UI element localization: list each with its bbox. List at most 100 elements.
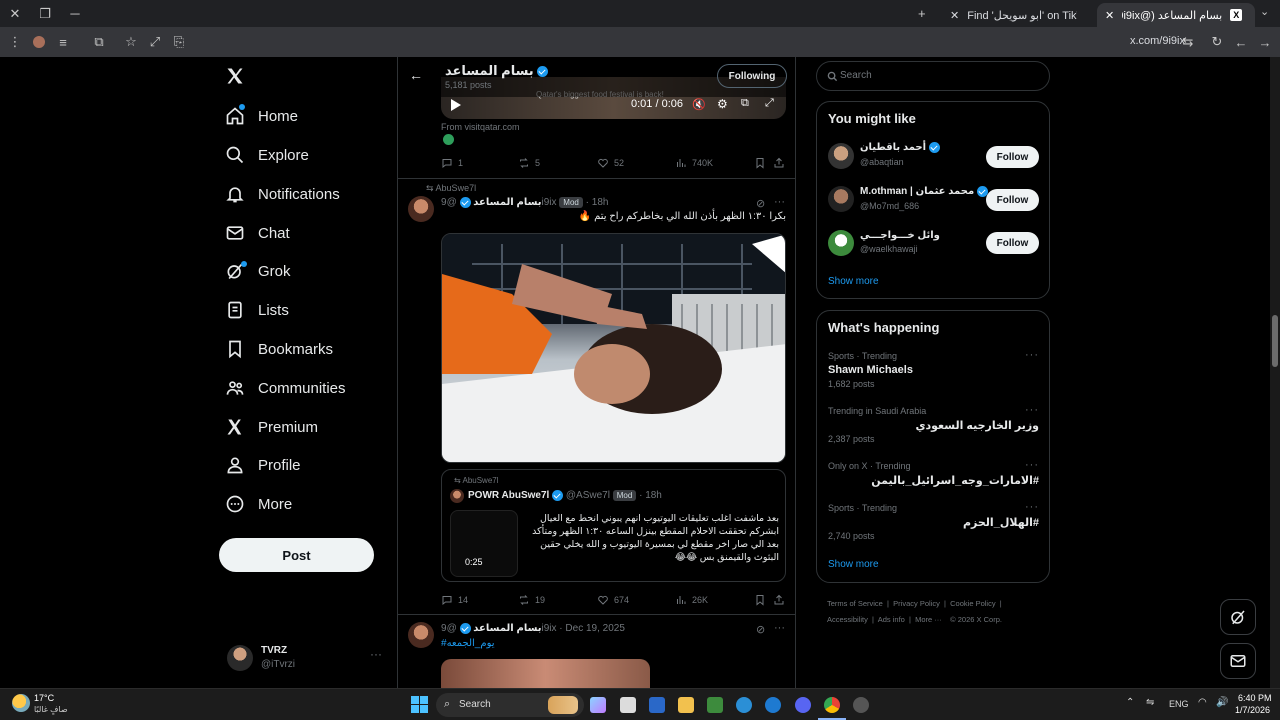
footer-link[interactable]: Terms of Service: [827, 599, 883, 608]
copilot-icon[interactable]: [590, 697, 606, 713]
avatar[interactable]: [828, 230, 854, 256]
bookmark-button[interactable]: [754, 157, 766, 169]
back-icon[interactable]: →: [1253, 30, 1277, 54]
clock-date[interactable]: 1/7/2026: [1235, 705, 1270, 715]
suggestion-name[interactable]: وائل خـــواجـــي: [860, 230, 940, 241]
chevron-up-icon[interactable]: ⌃: [1126, 697, 1134, 708]
trend-item[interactable]: Sports · Trending ··· #الهلال_الحزم 2,74…: [817, 501, 1049, 541]
account-switcher[interactable]: TVRZ @iTvrzi ···: [225, 643, 390, 683]
clock-time[interactable]: 6:40 PM: [1238, 693, 1272, 703]
footer-link[interactable]: More ···: [915, 615, 942, 624]
author-name[interactable]: بسام المساعد: [473, 197, 541, 208]
screenshot-icon[interactable]: ⤢: [143, 30, 167, 54]
post-button[interactable]: Post: [219, 538, 374, 572]
tab-close-icon[interactable]: ✕: [1105, 9, 1114, 22]
show-more-link[interactable]: Show more: [828, 276, 879, 287]
back-arrow-icon[interactable]: ←: [409, 67, 423, 83]
mute-icon[interactable]: 🔇: [692, 98, 706, 111]
share-button[interactable]: [773, 594, 785, 606]
avatar[interactable]: [828, 186, 854, 212]
more-dots-icon[interactable]: ···: [774, 622, 785, 634]
repost-button[interactable]: 19: [518, 594, 545, 606]
footer-link[interactable]: Ads info: [878, 615, 905, 624]
search-box[interactable]: Search: [816, 61, 1050, 91]
like-button[interactable]: 674: [597, 594, 629, 606]
footer-link[interactable]: Privacy Policy: [893, 599, 940, 608]
windows-start-icon[interactable]: [411, 696, 428, 713]
extensions-icon[interactable]: ⧉: [87, 30, 111, 54]
nav-item-communities[interactable]: Communities: [225, 376, 346, 400]
close-window-icon[interactable]: ✕: [0, 0, 30, 27]
minecraft-icon[interactable]: [707, 697, 723, 713]
trend-item[interactable]: Sports · Trending ··· Shawn Michaels 1,6…: [817, 349, 1049, 389]
like-button[interactable]: 52: [597, 157, 624, 169]
grok-icon[interactable]: ⊘: [756, 623, 765, 636]
network-icon[interactable]: ⇋: [1146, 697, 1154, 708]
discord-icon[interactable]: [795, 697, 811, 713]
edge-icon[interactable]: [736, 697, 752, 713]
new-tab-icon[interactable]: +: [918, 6, 926, 21]
security-icon[interactable]: [649, 697, 665, 713]
grok-fab-button[interactable]: [1220, 599, 1256, 635]
more-dots-icon[interactable]: ···: [1025, 459, 1039, 471]
nav-item-chat[interactable]: Chat: [225, 221, 290, 245]
reply-button[interactable]: 1: [441, 157, 463, 169]
views-button[interactable]: 26K: [675, 594, 708, 606]
follow-button[interactable]: Follow: [986, 232, 1039, 254]
share-icon[interactable]: ⎘: [167, 30, 191, 54]
nav-item-home[interactable]: Home: [225, 104, 298, 128]
tweet-time[interactable]: 18h: [592, 197, 609, 208]
minimize-window-icon[interactable]: ─: [60, 0, 90, 27]
more-dots-icon[interactable]: ···: [1025, 349, 1039, 361]
link-source[interactable]: From visitqatar.com: [441, 122, 520, 132]
more-dots-icon[interactable]: ···: [774, 196, 785, 208]
search-input[interactable]: Search: [840, 70, 872, 81]
app-icon[interactable]: [853, 697, 869, 713]
trend-item[interactable]: Only on X · Trending ··· #الامارات_وجه_ا…: [817, 459, 1049, 489]
show-more-link[interactable]: Show more: [828, 559, 879, 570]
following-button[interactable]: Following: [717, 64, 787, 88]
footer-link[interactable]: Cookie Policy: [950, 599, 995, 608]
quote-video-thumbnail[interactable]: 0:25: [450, 510, 518, 577]
tweet-image[interactable]: [441, 233, 786, 463]
nav-item-more[interactable]: More: [225, 492, 292, 516]
grok-icon[interactable]: ⊘: [756, 197, 765, 210]
language-indicator[interactable]: ENG: [1169, 699, 1189, 709]
nav-item-explore[interactable]: Explore: [225, 143, 309, 167]
volume-icon[interactable]: 🔊: [1216, 697, 1228, 708]
pip-icon[interactable]: ⧉: [741, 97, 749, 110]
settings-icon[interactable]: ⚙: [717, 97, 728, 111]
hashtag-link[interactable]: #يوم_الجمعه: [441, 638, 495, 649]
more-dots-icon[interactable]: ···: [370, 647, 382, 661]
nav-item-profile[interactable]: Profile: [225, 453, 301, 477]
reply-button[interactable]: 14: [441, 594, 468, 606]
tab-tiktok[interactable]: ✕ Find 'ابو سويحل' on TikTok | Tik: [942, 3, 1092, 27]
fullscreen-icon[interactable]: ⤢: [765, 97, 774, 110]
nav-item-premium[interactable]: Premium: [225, 415, 318, 439]
follow-button[interactable]: Follow: [986, 146, 1039, 168]
avatar[interactable]: [408, 622, 434, 648]
profile-icon[interactable]: [27, 30, 51, 54]
tab-search-icon[interactable]: ⌄: [1260, 5, 1269, 18]
chrome-icon[interactable]: [824, 697, 840, 713]
reload-icon[interactable]: ↻: [1205, 30, 1229, 54]
nav-item-bookmarks[interactable]: Bookmarks: [225, 337, 333, 361]
taskbar-search[interactable]: ⌕ Search: [436, 693, 584, 717]
scrollbar[interactable]: [1270, 57, 1280, 688]
x-logo-icon[interactable]: [225, 66, 245, 86]
nav-item-notifications[interactable]: Notifications: [225, 182, 340, 206]
suggestion-name[interactable]: M.othman | محمد عثمان: [860, 186, 988, 197]
bookmark-button[interactable]: [754, 594, 766, 606]
menu-icon[interactable]: ⋮: [3, 30, 27, 54]
more-dots-icon[interactable]: ···: [1025, 404, 1039, 416]
tweet-image[interactable]: [441, 659, 650, 688]
follow-button[interactable]: Follow: [986, 189, 1039, 211]
site-settings-icon[interactable]: ⇆: [1176, 30, 1200, 54]
edge-browser-icon[interactable]: [765, 697, 781, 713]
more-dots-icon[interactable]: ···: [1025, 501, 1039, 513]
views-button[interactable]: 740K: [675, 157, 713, 169]
weather-icon[interactable]: [12, 694, 30, 712]
restore-window-icon[interactable]: ❐: [30, 0, 60, 27]
trend-item[interactable]: Trending in Saudi Arabia ··· وزير الخارج…: [817, 404, 1049, 444]
forward-icon[interactable]: ←: [1229, 30, 1253, 54]
